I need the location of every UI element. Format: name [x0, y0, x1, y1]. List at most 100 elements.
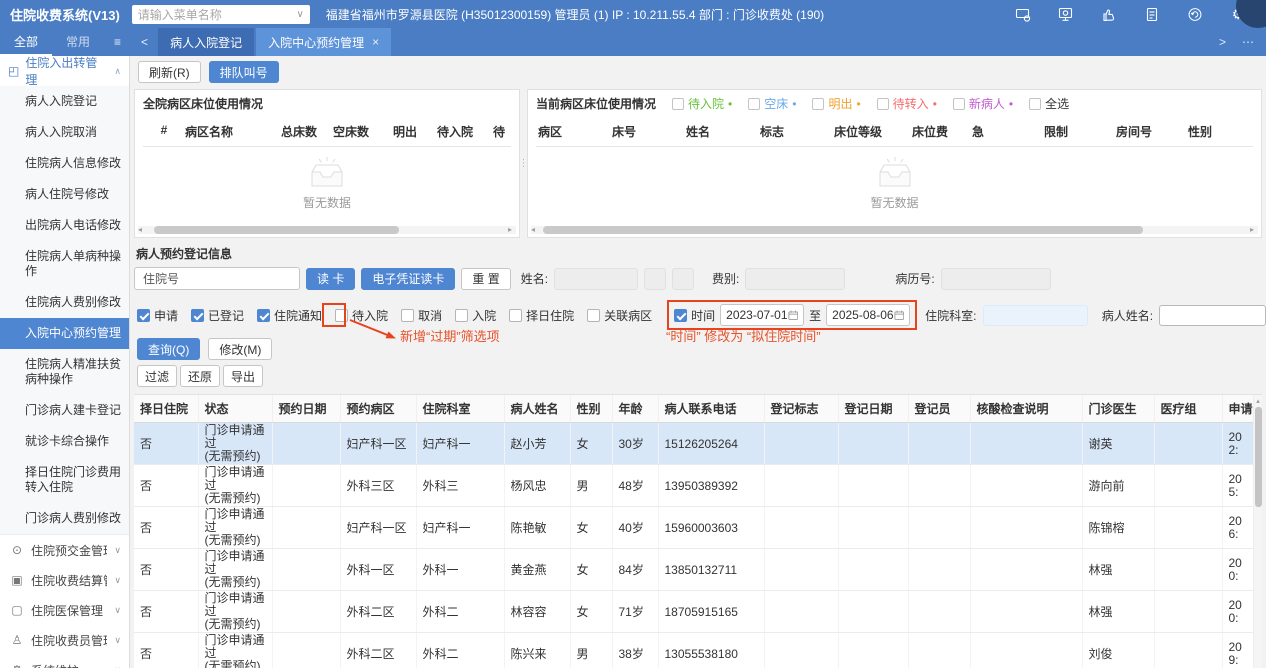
checkbox-icon[interactable]	[876, 97, 889, 110]
sidebar-item-门诊病人建卡登记[interactable]: 门诊病人建卡登记	[0, 395, 129, 426]
menu-search-input[interactable]: 请输入菜单名称 ∨	[131, 4, 310, 24]
sidebar-group-inout-transfer[interactable]: ◰ 住院入出转管理 ∧	[0, 56, 129, 87]
filter-button[interactable]: 过滤	[137, 365, 178, 387]
tabs-more-icon[interactable]: ⋯	[1242, 35, 1254, 49]
sidebar-group-住院预交金管理[interactable]: ⊙ 住院预交金管理 ∨	[0, 535, 129, 565]
table-row[interactable]: 否门诊申请通过 (无需预约) 外科二区 外科二 林容容女 71岁 18705915165 林…	[134, 590, 1255, 633]
legend-空床[interactable]: 空床 •	[748, 95, 796, 112]
tabs-scroll-left-icon[interactable]: <	[131, 28, 158, 56]
scrollbar-thumb[interactable]	[154, 226, 399, 234]
read-card-button[interactable]: 读 卡	[306, 267, 356, 290]
hand-gesture-icon[interactable]	[1101, 6, 1117, 22]
checkbox-icon[interactable]	[952, 97, 965, 110]
sidebar-item-病人入院取消[interactable]: 病人入院取消	[0, 117, 129, 148]
chevron-down-icon[interactable]: ∨	[296, 9, 303, 20]
column-header-登记员[interactable]: 登记员	[908, 395, 971, 423]
filter-checkbox-time[interactable]: 时间	[674, 307, 715, 324]
scrollbar-thumb[interactable]	[1255, 407, 1262, 507]
column-header-核酸检查说明[interactable]: 核酸检查说明	[970, 395, 1083, 423]
vertical-scrollbar[interactable]: ▴	[1253, 395, 1262, 668]
filter-checkbox-已登记[interactable]: 已登记	[191, 307, 244, 324]
sidebar-item-门诊病人费别修改[interactable]: 门诊病人费别修改	[0, 503, 129, 534]
scroll-left-icon[interactable]: ◂	[531, 226, 539, 234]
table-row[interactable]: 否门诊申请通过 (无需预约) 妇产科一区 妇产科一 陈艳敏女 40岁 1596000360…	[134, 506, 1255, 549]
tabs-scroll-right-icon[interactable]: >	[1219, 35, 1226, 49]
column-header-性别[interactable]: 性别	[570, 395, 613, 423]
scroll-up-icon[interactable]: ▴	[1254, 395, 1262, 405]
sidebar-item-住院病人费别修改[interactable]: 住院病人费别修改	[0, 287, 129, 318]
filter-checkbox-住院通知[interactable]: 住院通知	[257, 307, 322, 324]
sidebar-group-住院收费员管理[interactable]: ♙ 住院收费员管理 ∨	[0, 625, 129, 655]
dept-input[interactable]	[982, 304, 1088, 326]
sidebar-group-住院医保管理[interactable]: ▢ 住院医保管理 ∨	[0, 595, 129, 625]
checkbox-checked-icon[interactable]	[137, 308, 150, 322]
sidebar-item-择日住院门诊费用转入住院[interactable]: 择日住院门诊费用转入住院	[0, 457, 129, 503]
filter-checkbox-入院[interactable]: 入院	[455, 307, 496, 324]
sidebar-item-入院中心预约管理[interactable]: 入院中心预约管理	[0, 318, 129, 349]
patient-name-input[interactable]	[1159, 304, 1266, 326]
e-voucher-read-card-button[interactable]: 电子凭证读卡	[361, 267, 456, 290]
column-header-择日住院[interactable]: 择日住院	[134, 395, 199, 423]
checkbox-icon[interactable]	[748, 97, 761, 110]
document-icon[interactable]	[1144, 6, 1160, 22]
legend-新病人[interactable]: 新病人 •	[952, 95, 1013, 112]
table-row[interactable]: 否门诊申请通过 (无需预约) 外科一区 外科一 黄金燕女 84岁 13850132711 林…	[134, 548, 1255, 591]
monitor-schedule-icon[interactable]	[1058, 6, 1074, 22]
checkbox-icon[interactable]	[672, 97, 685, 110]
scroll-left-icon[interactable]: ◂	[138, 226, 146, 234]
filter-checkbox-择日住院[interactable]: 择日住院	[509, 307, 574, 324]
export-button[interactable]: 导出	[223, 365, 264, 387]
legend-全选[interactable]: 全选	[1029, 95, 1069, 112]
column-header-门诊医生[interactable]: 门诊医生	[1082, 395, 1155, 423]
checkbox-icon[interactable]	[812, 97, 825, 110]
column-header-预约病区[interactable]: 预约病区	[340, 395, 417, 423]
sidebar-item-就诊卡综合操作[interactable]: 就诊卡综合操作	[0, 426, 129, 457]
column-header-登记标志[interactable]: 登记标志	[764, 395, 839, 423]
menu-list-icon[interactable]: ≡	[104, 28, 131, 56]
modify-button[interactable]: 修改(M)	[208, 338, 273, 360]
column-header-医疗组[interactable]: 医疗组	[1154, 395, 1223, 423]
legend-待转入[interactable]: 待转入 •	[876, 95, 937, 112]
restore-button[interactable]: 还原	[180, 365, 221, 387]
horizontal-scrollbar[interactable]: ◂ ▸	[531, 226, 1258, 234]
column-header-病人姓名[interactable]: 病人姓名	[504, 395, 571, 423]
sidebar-item-住院病人单病种操作[interactable]: 住院病人单病种操作	[0, 241, 129, 287]
sidebar-group-住院收费结算管理[interactable]: ▣ 住院收费结算管理 ∨	[0, 565, 129, 595]
legend-待入院[interactable]: 待入院 •	[672, 95, 732, 112]
horizontal-scrollbar[interactable]: ◂ ▸	[138, 226, 516, 234]
checkbox-icon[interactable]	[587, 308, 601, 322]
column-header-住院科室[interactable]: 住院科室	[416, 395, 505, 423]
query-button[interactable]: 查询(Q)	[137, 338, 201, 360]
panel-splitter[interactable]: ⋮	[519, 89, 529, 238]
sidebar-item-病人入院登记[interactable]: 病人入院登记	[0, 86, 129, 117]
date-from-input[interactable]: 2023-07-01	[720, 304, 805, 326]
scroll-right-icon[interactable]: ▸	[508, 226, 516, 234]
column-header-状态[interactable]: 状态	[198, 395, 273, 423]
scrollbar-thumb[interactable]	[543, 226, 1143, 234]
column-header-登记日期[interactable]: 登记日期	[838, 395, 909, 423]
queue-call-button[interactable]: 排队叫号	[208, 61, 279, 83]
legend-明出[interactable]: 明出 •	[812, 95, 861, 112]
tab-patient-admission[interactable]: 病人入院登记	[158, 28, 255, 56]
table-row[interactable]: 否门诊申请通过 (无需预约) 外科二区 外科二 陈兴来男 38岁 13055538180 刘…	[134, 632, 1255, 668]
checkbox-icon[interactable]	[509, 308, 523, 322]
refresh-button[interactable]: 刷新(R)	[138, 61, 201, 83]
scroll-right-icon[interactable]: ▸	[1250, 226, 1258, 234]
column-header-病人联系电话[interactable]: 病人联系电话	[658, 395, 765, 423]
inpatient-no-input[interactable]: 住院号	[134, 267, 300, 290]
checkbox-icon[interactable]	[1029, 97, 1042, 110]
column-header-申请[interactable]: 申请	[1222, 395, 1255, 423]
close-tab-icon[interactable]: ×	[372, 35, 379, 49]
category-tab-common[interactable]: 常用	[52, 28, 104, 56]
sidebar-item-出院病人电话修改[interactable]: 出院病人电话修改	[0, 210, 129, 241]
sidebar-item-住院病人信息修改[interactable]: 住院病人信息修改	[0, 148, 129, 179]
table-row[interactable]: 否门诊申请通过 (无需预约) 外科三区 外科三 杨风忠男 48岁 13950389392 游…	[134, 464, 1255, 507]
sidebar-item-住院病人精准扶贫病种操作[interactable]: 住院病人精准扶贫病种操作	[0, 349, 129, 395]
tab-admission-center[interactable]: 入院中心预约管理 ×	[256, 28, 392, 56]
sidebar-group-系统维护[interactable]: ⚙ 系统维护 ∨	[0, 655, 129, 668]
rollback-circle-icon[interactable]	[1187, 6, 1203, 22]
filter-checkbox-关联病区[interactable]: 关联病区	[587, 307, 652, 324]
category-tab-all[interactable]: 全部	[0, 28, 53, 56]
checkbox-checked-icon[interactable]	[257, 308, 271, 322]
column-header-预约日期[interactable]: 预约日期	[272, 395, 341, 423]
